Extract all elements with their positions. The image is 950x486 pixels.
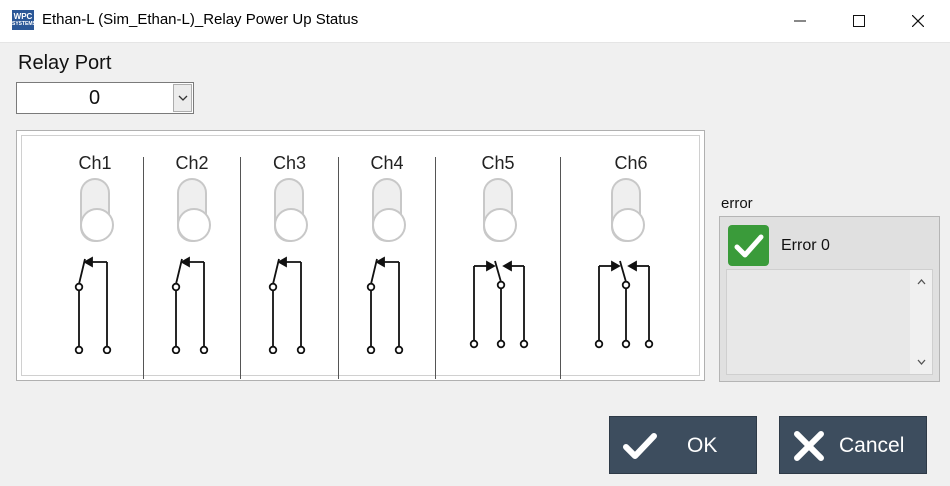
error-detail-area[interactable] xyxy=(726,269,933,375)
relay-port-value: 0 xyxy=(88,87,101,109)
maximize-icon xyxy=(853,15,865,27)
channel-1: Ch1 xyxy=(47,136,143,376)
checkmark-icon xyxy=(623,433,657,459)
channel-label: Ch2 xyxy=(175,153,209,173)
error-group-label: error xyxy=(721,195,753,212)
error-panel: Error 0 xyxy=(719,216,940,382)
spdt-relay-icon xyxy=(594,260,654,349)
channel-panel: Ch1 Ch2 Ch3 Ch4 Ch5 Ch6 xyxy=(16,130,705,381)
channel-6: Ch6 xyxy=(561,136,701,376)
relay-status-led xyxy=(177,178,211,242)
channel-2: Ch2 xyxy=(144,136,240,376)
vertical-scrollbar[interactable] xyxy=(910,270,932,374)
relay-status-led xyxy=(483,178,517,242)
close-icon xyxy=(912,15,924,27)
relay-status-led xyxy=(274,178,308,242)
chevron-down-icon[interactable] xyxy=(173,84,192,112)
ok-button[interactable]: OK xyxy=(609,416,757,474)
channel-label: Ch1 xyxy=(78,153,112,173)
channel-label: Ch3 xyxy=(272,153,307,173)
channel-4: Ch4 xyxy=(339,136,435,376)
spst-relay-icon xyxy=(74,256,112,354)
scroll-up-icon[interactable] xyxy=(910,272,932,292)
channel-5: Ch5 xyxy=(436,136,560,376)
minimize-button[interactable] xyxy=(771,0,829,42)
channel-label: Ch6 xyxy=(614,153,648,173)
spdt-relay-icon xyxy=(469,260,529,349)
maximize-button[interactable] xyxy=(830,0,888,42)
cancel-button[interactable]: Cancel xyxy=(779,416,927,474)
channel-3: Ch3 xyxy=(241,136,338,376)
app-logo-icon: WPC SYSTEMS xyxy=(12,10,36,30)
channel-label: Ch5 xyxy=(481,153,515,173)
relay-port-label: Relay Port xyxy=(18,52,112,74)
relay-port-select[interactable]: 0 xyxy=(16,82,194,114)
relay-status-led xyxy=(372,178,406,242)
channel-panel-inner: Ch1 Ch2 Ch3 Ch4 Ch5 Ch6 xyxy=(21,135,701,379)
check-icon xyxy=(728,225,769,266)
window-title: Ethan-L (Sim_Ethan-L)_Relay Power Up Sta… xyxy=(42,11,359,28)
spst-relay-icon xyxy=(268,256,306,354)
minimize-icon xyxy=(794,20,806,22)
cancel-button-label: Cancel xyxy=(839,434,905,457)
error-message: Error 0 xyxy=(781,237,830,254)
scroll-down-icon[interactable] xyxy=(910,352,932,372)
x-close-icon xyxy=(794,431,824,461)
spst-relay-icon xyxy=(366,256,404,354)
title-bar: WPC SYSTEMS Ethan-L (Sim_Ethan-L)_Relay … xyxy=(0,0,950,43)
spst-relay-icon xyxy=(171,256,209,354)
relay-status-led xyxy=(611,178,645,242)
relay-status-led xyxy=(80,178,114,242)
ok-button-label: OK xyxy=(687,434,718,457)
close-button[interactable] xyxy=(889,0,947,42)
channel-label: Ch4 xyxy=(370,153,404,173)
